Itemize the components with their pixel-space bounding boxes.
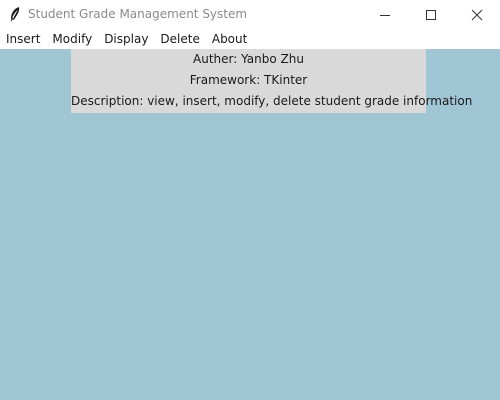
main-area: Auther: Yanbo Zhu Framework: TKinter Des…: [0, 49, 500, 400]
description-label: Description: view, insert, modify, delet…: [71, 94, 473, 108]
window-title: Student Grade Management System: [28, 7, 248, 21]
menu-bar: Insert Modify Display Delete About: [0, 29, 500, 49]
feather-icon: [10, 7, 20, 22]
app-window: Student Grade Management System Insert M…: [0, 0, 500, 400]
menu-delete[interactable]: Delete: [154, 29, 205, 49]
menu-display[interactable]: Display: [98, 29, 154, 49]
minimize-button[interactable]: [362, 0, 408, 29]
menu-insert[interactable]: Insert: [0, 29, 46, 49]
menu-about[interactable]: About: [206, 29, 253, 49]
close-button[interactable]: [454, 0, 500, 29]
framework-label: Framework: TKinter: [189, 73, 308, 87]
menu-modify[interactable]: Modify: [46, 29, 98, 49]
minimize-icon: [380, 14, 390, 16]
author-label: Auther: Yanbo Zhu: [193, 52, 304, 66]
about-panel: Auther: Yanbo Zhu Framework: TKinter Des…: [71, 49, 473, 113]
maximize-icon: [426, 9, 436, 20]
title-bar[interactable]: Student Grade Management System: [0, 0, 500, 29]
close-icon: [471, 9, 483, 20]
maximize-button[interactable]: [408, 0, 454, 29]
